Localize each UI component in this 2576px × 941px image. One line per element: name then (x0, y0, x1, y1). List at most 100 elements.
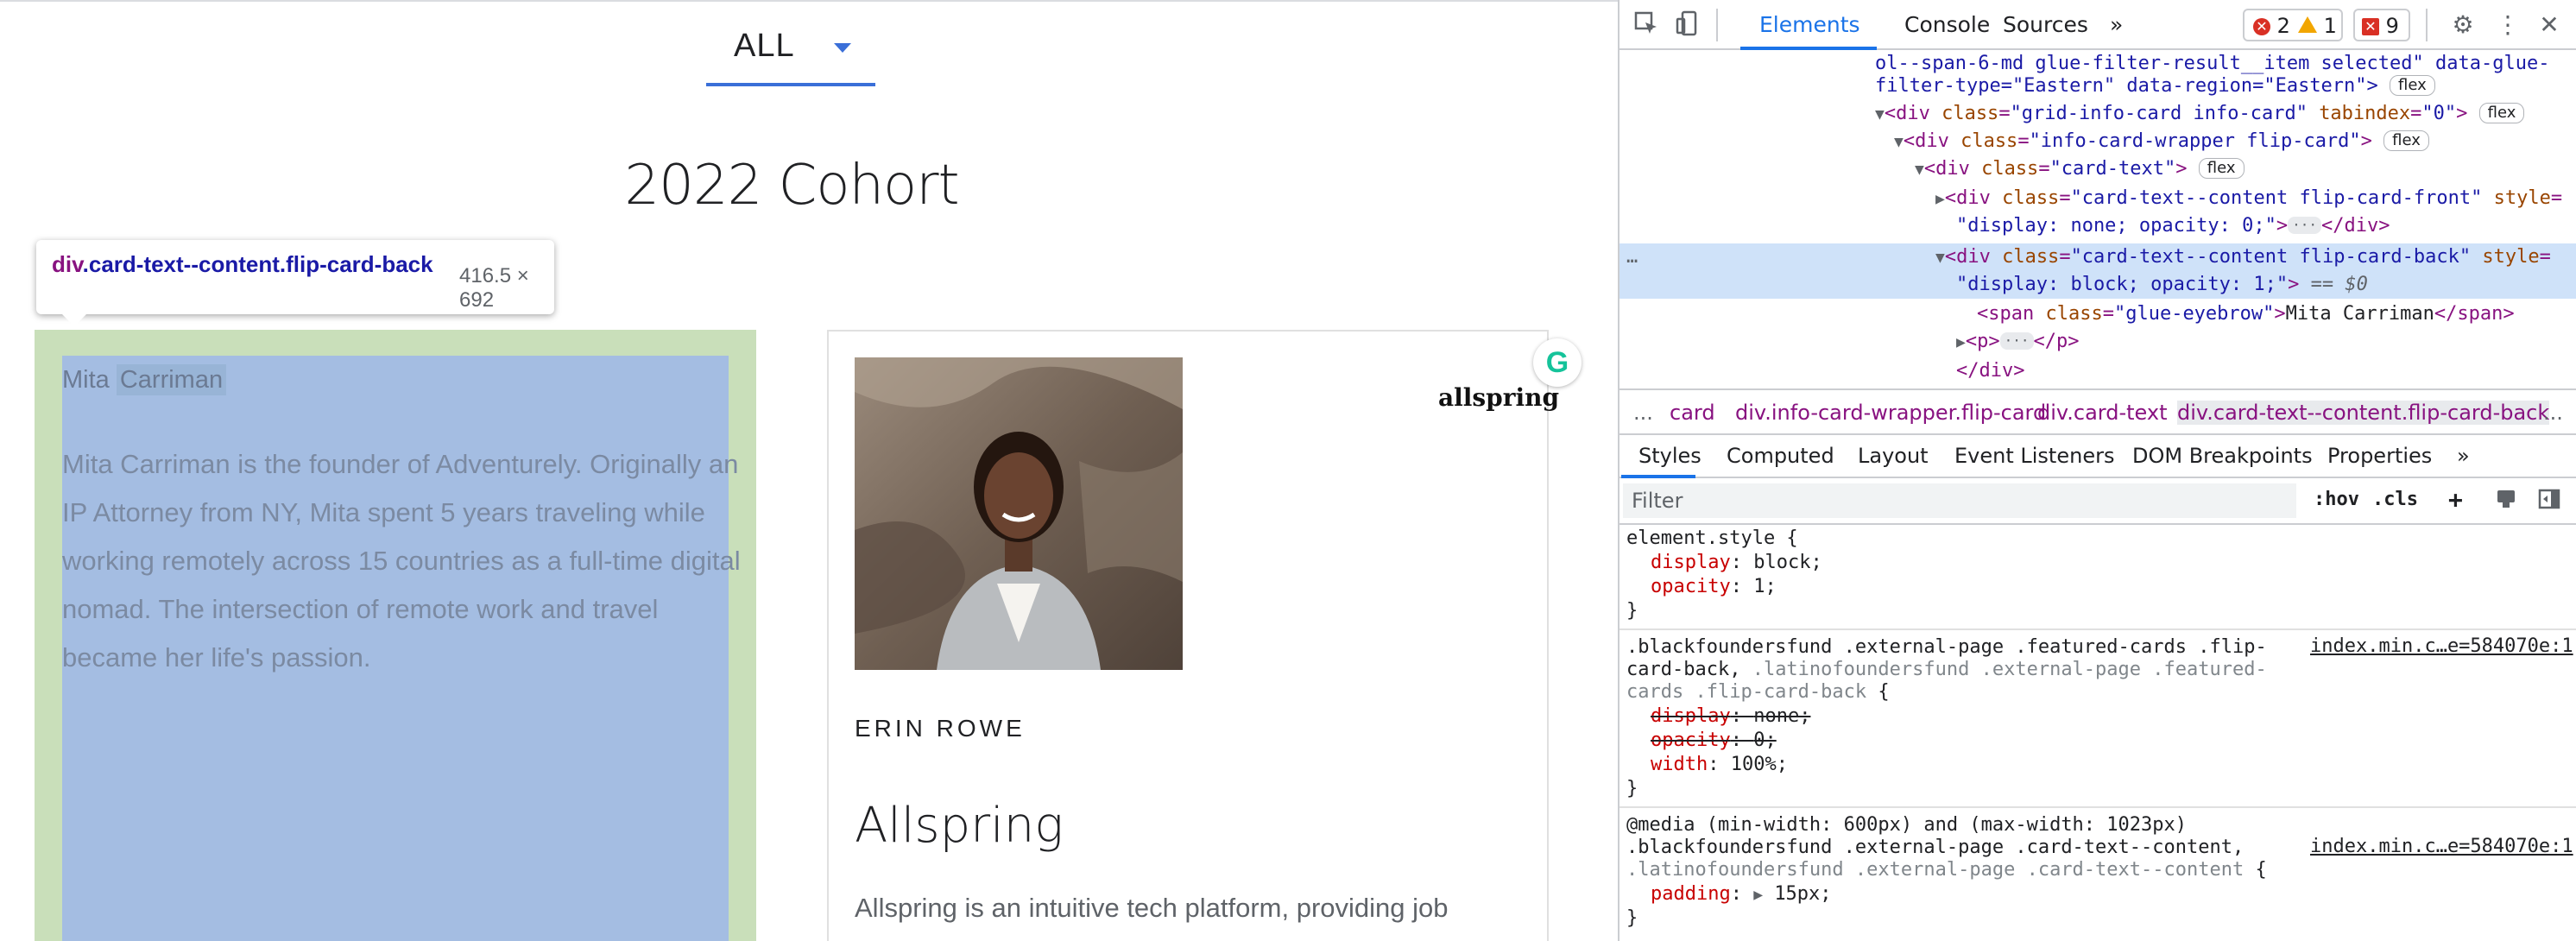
issues-icon: ✕ (2362, 18, 2379, 35)
dollar-zero-marker: == $0 (2299, 274, 2368, 295)
toggle-hover-state-button[interactable]: :hov (2314, 489, 2359, 510)
dom-node-card-text[interactable]: ▼<div class="card-text"> flex (1915, 155, 2245, 183)
toolbar-separator (1716, 9, 1718, 41)
rule-selector[interactable]: cards .flip-card-back { (1626, 680, 1890, 704)
caret-down-icon (834, 43, 851, 53)
dom-line[interactable]: "display: block; opacity: 1;"> == $0 (1956, 271, 2368, 299)
rule-close-brace: } (1626, 907, 1638, 929)
dom-node-paragraph[interactable]: ▶<p> ··· </p> (1956, 328, 2079, 356)
tab-layout[interactable]: Layout (1858, 444, 1929, 468)
style-declaration[interactable]: padding: ▶ 15px; (1651, 882, 1832, 906)
style-declaration[interactable]: width: 100%; (1651, 753, 1788, 777)
rule-divider (1619, 806, 2576, 808)
dom-node-flip-card-front[interactable]: ▶<div class="card-text--content flip-car… (1935, 185, 2562, 212)
tab-event-listeners[interactable]: Event Listeners (1954, 444, 2114, 468)
region-filter-select[interactable]: ALL (706, 19, 875, 86)
tab-elements[interactable]: Elements (1759, 12, 1860, 37)
overridden-declaration[interactable]: display: none; (1651, 704, 1810, 729)
styles-filter-field[interactable] (1623, 483, 2296, 518)
dom-line[interactable]: filter-type="Eastern" data-region="Easte… (1875, 73, 2435, 100)
style-declaration[interactable]: opacity: 1; (1651, 575, 1777, 599)
breadcrumb-scroll-left[interactable]: ... (1633, 401, 1653, 425)
breadcrumb-item-current[interactable]: div.card-text--content.flip-card-back (2177, 401, 2550, 425)
inspect-element-icon[interactable] (1632, 10, 1661, 40)
founder-photo (855, 357, 1183, 670)
collapsed-triangle-icon: ▶ (1956, 333, 1966, 351)
more-tabs-button[interactable]: » (2457, 444, 2470, 468)
expand-shorthand-icon: ▶ (1753, 886, 1764, 904)
founder-card-mita[interactable]: Mita Carriman Mita Carriman is the found… (35, 330, 756, 941)
issues-count: ✕ 9 (2362, 14, 2399, 38)
flex-badge[interactable]: flex (2198, 158, 2245, 179)
overridden-declaration[interactable]: opacity: 0; (1651, 729, 1777, 753)
console-counts-button[interactable]: ✕ 2 1 (2243, 9, 2343, 41)
breadcrumb-item[interactable]: div.info-card-wrapper.flip-card (1735, 401, 2046, 425)
rule-selector[interactable]: element.style { (1626, 527, 1798, 551)
warning-count: 1 (2298, 14, 2337, 38)
founder-name: ERIN ROWE (855, 715, 1026, 742)
collapsed-ellipsis[interactable]: ··· (2288, 217, 2322, 234)
dom-node-grid-info-card[interactable]: ▼<div class="grid-info-card info-card" t… (1875, 100, 2525, 128)
tooltip-tag: div (52, 251, 83, 277)
rule-source-link[interactable]: index.min.c…e=584070e:1 (2310, 635, 2573, 657)
tab-console[interactable]: Console (1904, 12, 1990, 37)
more-options-icon[interactable]: ⋮ (2493, 10, 2522, 40)
expand-triangle-icon: ▼ (1894, 133, 1904, 151)
breadcrumb-scroll-right[interactable]: ... (2543, 401, 2563, 425)
expand-triangle-icon: ▼ (1915, 161, 1924, 179)
rule-divider (1619, 628, 2576, 630)
flex-badge[interactable]: flex (2478, 103, 2525, 123)
computed-styles-icon[interactable] (2491, 487, 2521, 516)
toggle-sidebar-icon[interactable] (2535, 487, 2564, 516)
cohort-title: 2022 Cohort (624, 154, 959, 218)
new-style-rule-button[interactable]: + (2448, 485, 2463, 514)
breadcrumb-item[interactable]: div.card-text (2037, 401, 2167, 425)
dom-close-div[interactable]: </div> (1956, 357, 2024, 385)
tooltip-classes: .card-text--content.flip-card-back (82, 251, 433, 277)
rule-selector[interactable]: card-back, .latinofoundersfund .external… (1626, 658, 2267, 682)
rule-selector[interactable]: .blackfoundersfund .external-page .card-… (1626, 836, 2244, 860)
devtools-panel: Elements Console Sources » ✕ 2 1 ✕ 9 ⚙ ⋮… (1618, 0, 2576, 941)
dom-line[interactable]: "display: none; opacity: 0;"> ··· </div> (1956, 212, 2390, 240)
row-menu-ellipsis[interactable]: … (1626, 243, 1638, 271)
issues-button[interactable]: ✕ 9 (2353, 9, 2410, 41)
filter-value: ALL (734, 28, 795, 64)
media-query: @media (min-width: 600px) and (max-width… (1626, 814, 2188, 836)
elements-dom-tree: ol--span-6-md glue-filter-result__item s… (1619, 50, 2576, 388)
collapsed-triangle-icon: ▶ (1935, 190, 1945, 208)
styles-filter-input[interactable] (1623, 483, 2296, 518)
styles-pane-tabs: Styles Computed Layout Event Listeners D… (1619, 435, 2576, 478)
dom-node-info-card-wrapper[interactable]: ▼<div class="info-card-wrapper flip-card… (1894, 128, 2429, 155)
rule-source-link[interactable]: index.min.c…e=584070e:1 (2310, 836, 2573, 857)
tab-sources[interactable]: Sources (2003, 12, 2088, 37)
tab-styles[interactable]: Styles (1638, 444, 1702, 468)
more-tabs-button[interactable]: » (2110, 12, 2123, 37)
grammarly-icon[interactable]: G (1533, 338, 1582, 387)
breadcrumb-item[interactable]: card (1670, 401, 1715, 425)
company-description: Allspring is an intuitive tech platform,… (855, 893, 1449, 923)
collapsed-ellipsis[interactable]: ··· (1999, 332, 2034, 350)
toggle-classes-button[interactable]: .cls (2372, 489, 2418, 510)
company-name: Allspring (855, 798, 1064, 854)
settings-gear-icon[interactable]: ⚙ (2448, 10, 2478, 40)
close-devtools-icon[interactable]: ✕ (2535, 10, 2564, 40)
expand-triangle-icon: ▼ (1935, 249, 1945, 267)
allspring-logo: allspring (1438, 383, 1560, 412)
dom-breadcrumb: ... card div.info-card-wrapper.flip-card… (1619, 388, 2576, 435)
style-declaration[interactable]: display: block; (1651, 551, 1822, 575)
flex-badge[interactable]: flex (2383, 130, 2429, 151)
flex-badge[interactable]: flex (2390, 75, 2435, 96)
tooltip-selector: div.card-text--content.flip-card-back (52, 250, 440, 278)
tab-dom-breakpoints[interactable]: DOM Breakpoints (2132, 444, 2313, 468)
dom-node-flip-card-back[interactable]: ▼<div class="card-text--content flip-car… (1935, 243, 2551, 271)
webpage-viewport: ALL 2022 Cohort Mita Carriman Mita Carri… (0, 0, 1618, 941)
tab-properties[interactable]: Properties (2327, 444, 2432, 468)
founder-card-erin[interactable]: allspring ERIN ROWE Allspring Allspring … (827, 330, 1559, 941)
tab-computed[interactable]: Computed (1727, 444, 1834, 468)
error-count: ✕ 2 (2253, 14, 2290, 38)
device-toolbar-icon[interactable] (1673, 10, 1702, 40)
expand-triangle-icon: ▼ (1875, 105, 1885, 123)
rule-selector[interactable]: .latinofoundersfund .external-page .card… (1626, 858, 2267, 882)
rule-selector[interactable]: .blackfoundersfund .external-page .featu… (1626, 635, 2267, 660)
dom-node-eyebrow[interactable]: <span class="glue-eyebrow">Mita Carriman… (1977, 300, 2515, 328)
